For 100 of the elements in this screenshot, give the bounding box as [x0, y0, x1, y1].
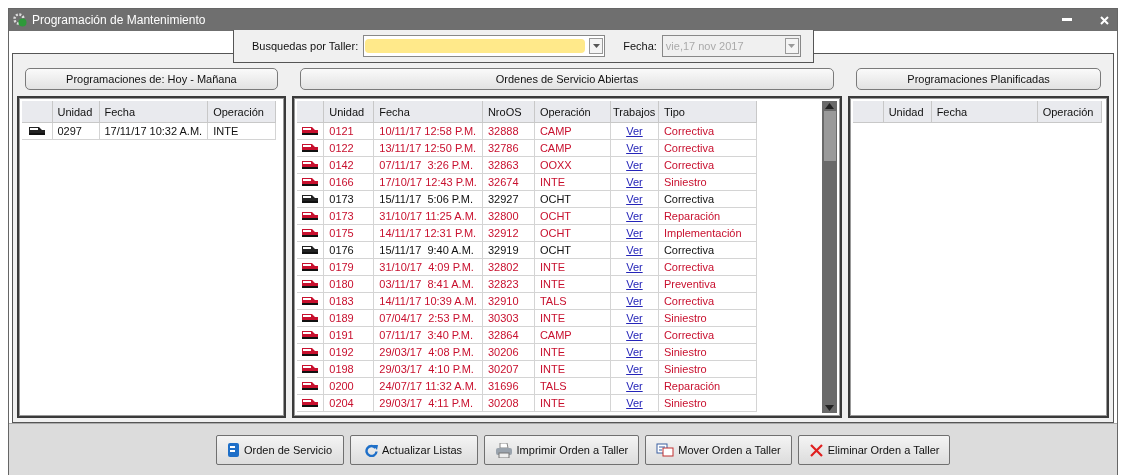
table-row[interactable]: 0121 10/11/17 12:58 P.M. 32888 CAMP Ver Correctiva: [296, 122, 757, 140]
van-icon: [301, 209, 319, 221]
table-row[interactable]: 0192 29/03/17 4:08 P.M. 30206 INTE Ver Siniestro: [296, 343, 757, 361]
table-link[interactable]: Ver: [626, 159, 643, 171]
table-cell: TALS: [539, 295, 567, 307]
table-cell: 0198: [329, 363, 354, 375]
table-row[interactable]: 0173 31/10/17 11:25 A.M. 32800 OCHT Ver Reparación: [296, 207, 757, 225]
van-icon: [301, 396, 319, 408]
table-row[interactable]: 0180 03/11/17 8:41 A.M. 32823 INTE Ver Preventiva: [296, 275, 757, 293]
window-title: Programación de Mantenimiento: [32, 13, 207, 27]
table-row[interactable]: 0176 15/11/17 9:40 A.M. 32919 OCHT Ver Correctiva: [296, 241, 757, 259]
table-link[interactable]: Ver: [626, 261, 643, 273]
column-header[interactable]: Fecha: [936, 105, 968, 118]
van-icon: [301, 328, 319, 340]
close-icon[interactable]: [1100, 15, 1109, 25]
van-icon: [301, 277, 319, 289]
table-cell: INTE: [539, 261, 565, 273]
table-cell: 0122: [329, 142, 354, 154]
table-cell: 24/07/17 11:32 A.M.: [379, 380, 477, 392]
table-link[interactable]: Ver: [626, 278, 643, 290]
table-cell: 0189: [329, 312, 354, 324]
workshop-dropdown[interactable]: [363, 35, 606, 57]
table-row[interactable]: 0183 14/11/17 10:39 A.M. 32910 TALS Ver Correctiva: [296, 292, 757, 310]
panel-header[interactable]: Programaciones Planificadas: [856, 68, 1101, 90]
table-cell: 0175: [329, 227, 354, 239]
van-icon: [301, 260, 319, 272]
table-cell: 0204: [329, 397, 354, 409]
dropdown-arrow-icon[interactable]: [592, 44, 600, 48]
field-label: Fecha:: [623, 40, 657, 52]
panel-header[interactable]: Programaciones de: Hoy - Mañana: [25, 68, 278, 90]
table-link[interactable]: Ver: [626, 312, 643, 324]
table-cell: Correctiva: [663, 261, 715, 273]
scroll-up-icon[interactable]: [825, 103, 835, 109]
table-link[interactable]: Ver: [626, 329, 643, 341]
van-icon: [301, 379, 319, 391]
van-icon: [301, 294, 319, 306]
scroll-thumb[interactable]: [823, 111, 836, 161]
table-cell: 15/11/17 9:40 A.M.: [379, 244, 474, 256]
table-row[interactable]: 0297 17/11/17 10:32 A.M. INTE: [22, 122, 276, 140]
table-link[interactable]: Ver: [626, 346, 643, 358]
table-link[interactable]: Ver: [626, 244, 643, 256]
table-cell: 17/11/17 10:32 A.M.: [104, 125, 203, 137]
gear-icon: [13, 13, 27, 27]
table-cell: 32927: [487, 193, 519, 205]
action-button[interactable]: Mover Orden a Taller: [645, 435, 792, 465]
table-row[interactable]: 0198 29/03/17 4:10 P.M. 30207 INTE Ver Siniestro: [296, 360, 757, 378]
table-link[interactable]: Ver: [626, 397, 643, 409]
action-button[interactable]: Actualizar Listas: [349, 435, 478, 465]
table-cell: Correctiva: [663, 244, 715, 256]
table-row[interactable]: 0191 07/11/17 3:40 P.M. 32864 CAMP Ver Correctiva: [296, 326, 757, 344]
scroll-down-icon[interactable]: [825, 405, 835, 411]
action-button[interactable]: Eliminar Orden a Taller: [797, 435, 951, 465]
table-cell: Siniestro: [663, 176, 707, 188]
table-row[interactable]: 0200 24/07/17 11:32 A.M. 31696 TALS Ver Reparación: [296, 377, 757, 395]
table-cell: 07/04/17 2:53 P.M.: [379, 312, 474, 324]
table-cell: Implementación: [663, 227, 742, 239]
table-cell: INTE: [539, 363, 565, 375]
minimize-icon[interactable]: [1062, 18, 1072, 22]
table-cell: 30207: [487, 363, 519, 375]
field-label: Busquedas por Taller:: [252, 40, 359, 52]
van-icon: [301, 175, 319, 187]
scrollbar[interactable]: [822, 101, 838, 413]
table-row[interactable]: 0173 15/11/17 5:06 P.M. 32927 OCHT Ver Correctiva: [296, 190, 757, 208]
panel-header[interactable]: Ordenes de Servicio Abiertas: [299, 68, 835, 90]
table-row[interactable]: 0179 31/10/17 4:09 P.M. 32802 INTE Ver Correctiva: [296, 258, 757, 276]
table-cell: 30208: [487, 397, 519, 409]
van-icon: [301, 345, 319, 357]
action-button[interactable]: Imprimir Orden a Taller: [483, 435, 640, 465]
table-row[interactable]: 0175 14/11/17 12:31 P.M. 32912 OCHT Ver Implementación: [296, 224, 757, 242]
table-cell: 0166: [329, 176, 354, 188]
table-link[interactable]: Ver: [626, 227, 643, 239]
table-row[interactable]: 0204 29/03/17 4:11 P.M. 30208 INTE Ver Siniestro: [296, 394, 757, 412]
table-row[interactable]: 0142 07/11/17 3:26 P.M. 32863 OOXX Ver Correctiva: [296, 156, 757, 174]
table-link[interactable]: Ver: [626, 176, 643, 188]
table-cell: Preventiva: [663, 278, 716, 290]
table-link[interactable]: Ver: [626, 125, 643, 137]
table-cell: 29/03/17 4:08 P.M.: [379, 346, 474, 358]
move-icon: [656, 443, 675, 457]
table-link[interactable]: Ver: [626, 193, 643, 205]
action-button[interactable]: Orden de Servicio: [215, 435, 344, 465]
table-cell: INTE: [539, 278, 565, 290]
column-header[interactable]: Tipo: [663, 105, 685, 118]
table-cell: Correctiva: [663, 193, 715, 205]
table-row[interactable]: 0189 07/04/17 2:53 P.M. 30303 INTE Ver Siniestro: [296, 309, 757, 327]
table-cell: 10/11/17 12:58 P.M.: [379, 125, 477, 137]
column-header[interactable]: Fecha: [104, 105, 136, 118]
table-cell: OCHT: [539, 210, 572, 222]
column-header[interactable]: Fecha: [379, 105, 410, 118]
table-link[interactable]: Ver: [626, 380, 643, 392]
van-icon: [301, 243, 319, 255]
table-row[interactable]: 0166 17/10/17 12:43 P.M. 32674 INTE Ver Siniestro: [296, 173, 757, 191]
table-link[interactable]: Ver: [626, 295, 643, 307]
table-link[interactable]: Ver: [626, 363, 643, 375]
table-cell: 31/10/17 11:25 A.M.: [379, 210, 477, 222]
table-cell: Siniestro: [663, 363, 707, 375]
table-row[interactable]: 0122 13/11/17 12:50 P.M. 32786 CAMP Ver Correctiva: [296, 139, 757, 157]
table-link[interactable]: Ver: [626, 210, 643, 222]
document-icon: [227, 443, 241, 457]
table-link[interactable]: Ver: [626, 142, 643, 154]
delete-icon: [808, 442, 824, 458]
